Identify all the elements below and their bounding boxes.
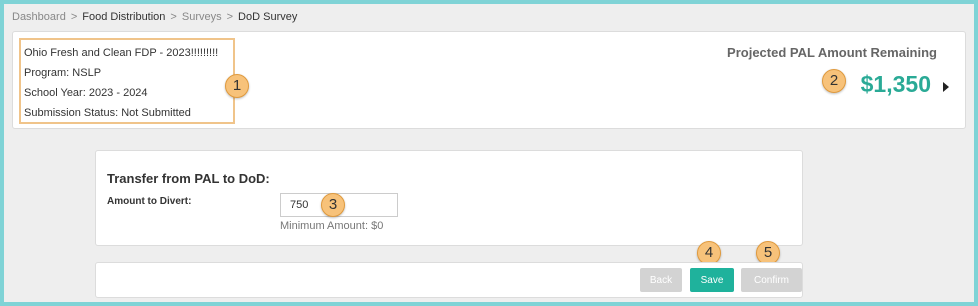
confirm-button[interactable]: Confirm bbox=[741, 268, 802, 292]
back-button[interactable]: Back bbox=[640, 268, 682, 292]
amount-to-divert-label: Amount to Divert: bbox=[107, 196, 192, 207]
minimum-amount-hint: Minimum Amount: $0 bbox=[280, 220, 384, 232]
survey-page: Dashboard > Food Distribution > Surveys … bbox=[4, 4, 974, 302]
breadcrumb-dod-survey: DoD Survey bbox=[238, 11, 298, 23]
submission-status-text: Submission Status: Not Submitted bbox=[24, 107, 191, 119]
pal-remaining-label: Projected PAL Amount Remaining bbox=[727, 45, 937, 60]
transfer-title: Transfer from PAL to DoD: bbox=[107, 171, 270, 186]
breadcrumb: Dashboard > Food Distribution > Surveys … bbox=[12, 11, 297, 23]
caret-right-icon[interactable] bbox=[943, 82, 949, 92]
annotation-badge-2: 2 bbox=[822, 69, 846, 93]
annotation-badge-1: 1 bbox=[225, 74, 249, 98]
annotation-badge-3: 3 bbox=[321, 193, 345, 217]
breadcrumb-food-distribution[interactable]: Food Distribution bbox=[82, 11, 165, 23]
pal-remaining-amount: $1,350 bbox=[860, 71, 931, 97]
summary-card: Ohio Fresh and Clean FDP - 2023!!!!!!!!!… bbox=[12, 31, 966, 129]
breadcrumb-dashboard[interactable]: Dashboard bbox=[12, 11, 66, 23]
program-text: Program: NSLP bbox=[24, 67, 102, 79]
school-year-text: School Year: 2023 - 2024 bbox=[24, 87, 148, 99]
actions-bar: Back Save Confirm bbox=[95, 262, 803, 298]
survey-info-box: Ohio Fresh and Clean FDP - 2023!!!!!!!!!… bbox=[19, 38, 235, 124]
sponsor-name: Ohio Fresh and Clean FDP - 2023!!!!!!!!! bbox=[24, 47, 219, 59]
transfer-card: Transfer from PAL to DoD: Amount to Dive… bbox=[95, 150, 803, 246]
breadcrumb-separator: > bbox=[226, 11, 234, 23]
breadcrumb-separator: > bbox=[170, 11, 177, 23]
breadcrumb-separator: > bbox=[70, 11, 78, 23]
breadcrumb-surveys[interactable]: Surveys bbox=[182, 11, 222, 23]
save-button[interactable]: Save bbox=[690, 268, 734, 292]
